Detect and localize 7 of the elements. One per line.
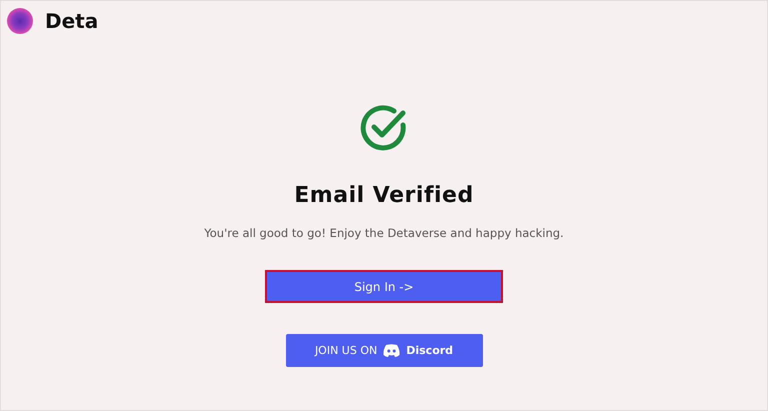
brand-name: Deta — [45, 9, 98, 33]
sign-in-button[interactable]: Sign In -> — [265, 270, 503, 303]
gamepad-icon — [383, 344, 400, 357]
discord-button[interactable]: JOIN US ON Discord — [286, 334, 482, 367]
page-title: Email Verified — [294, 183, 474, 208]
message-text: You're all good to go! Enjoy the Detaverse and happy hacking. — [204, 226, 564, 240]
logo-icon — [7, 8, 33, 34]
